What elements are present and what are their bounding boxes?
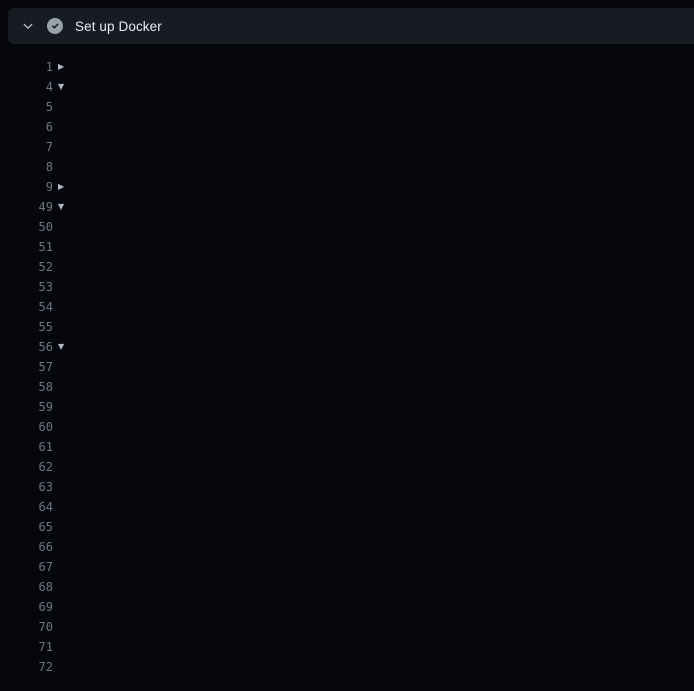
log-line: 5 Downloading https://download.docker.co… [0,97,694,117]
log-line[interactable]: 1 ▶ Run ./ [0,57,694,77]
line-number[interactable]: 1 [0,57,53,77]
log-line: 58 Client: [0,377,694,397]
log-line: 6 /usr/bin/tar xz --warning=no-unknown-k… [0,117,694,137]
line-number[interactable]: 50 [0,217,53,237]
log-line[interactable]: 9 ▶ Start Docker daemon [0,177,694,197]
log-line: 62 Git commit: e92dd87 [0,457,694,477]
line-number[interactable]: 70 [0,617,53,637]
log-line: 54 setup-docker-action [0,297,694,317]
log-line: 69 Version: 23.0.0 [0,597,694,617]
line-number[interactable]: 49 [0,197,53,217]
log-line: 55 Current context is now "setup-docker-… [0,317,694,337]
line-number[interactable]: 8 [0,157,53,177]
log-line: 65 Context: setup-docker-action [0,517,694,537]
line-number[interactable]: 58 [0,377,53,397]
log-line: 72 Git commit: d7573ab [0,657,694,677]
line-number[interactable]: 4 [0,77,53,97]
log-line: 61 Go version: go1.19.5 [0,437,694,457]
line-number[interactable]: 55 [0,317,53,337]
check-circle-icon [47,18,63,34]
line-number[interactable]: 57 [0,357,53,377]
line-number[interactable]: 67 [0,557,53,577]
log-line: 51 setup-docker-action [0,237,694,257]
log-line: 52 Successfully created context "setup-d… [0,257,694,277]
log-line: 70 API version: 1.42 (minimum version 1.… [0,617,694,637]
line-number[interactable]: 53 [0,277,53,297]
line-number[interactable]: 61 [0,437,53,457]
log-line[interactable]: 4 ▼ Download docker [0,77,694,97]
log-line: 60 API version: 1.42 [0,417,694,437]
log-line: 68 Engine: [0,577,694,597]
log-viewer: 1 ▶ Run ./ 4 ▼ Download docker 5 Downloa… [0,44,694,677]
log-line: 7 Fixing perms [0,137,694,157]
log-line[interactable]: 56 ▼ Docker info [0,337,694,357]
line-number[interactable]: 9 [0,177,53,197]
line-number[interactable]: 63 [0,477,53,497]
log-line: 8 Added Docker to PATH [0,157,694,177]
collapse-group-icon[interactable]: ▼ [58,337,70,357]
line-number[interactable]: 59 [0,397,53,417]
log-line: 66 [0,537,694,557]
log-line: 71 Go version: go1.19.5 [0,637,694,657]
log-line: 64 OS/Arch: linux/amd64 [0,497,694,517]
expand-group-icon[interactable]: ▶ [58,57,70,77]
expand-group-icon[interactable]: ▶ [58,177,70,197]
line-number[interactable]: 62 [0,457,53,477]
line-number[interactable]: 7 [0,137,53,157]
line-number[interactable]: 68 [0,577,53,597]
line-number[interactable]: 51 [0,237,53,257]
line-number[interactable]: 6 [0,117,53,137]
line-number[interactable]: 72 [0,657,53,677]
chevron-down-icon[interactable] [21,19,35,33]
log-line: 57 /opt/hostedtoolcache/docker-stable/23… [0,357,694,377]
line-number[interactable]: 69 [0,597,53,617]
line-number[interactable]: 5 [0,97,53,117]
line-number[interactable]: 54 [0,297,53,317]
step-header[interactable]: Set up Docker [8,8,694,44]
line-number[interactable]: 64 [0,497,53,517]
line-number[interactable]: 56 [0,337,53,357]
log-line: 53 /opt/hostedtoolcache/docker-stable/23… [0,277,694,297]
line-number[interactable]: 60 [0,417,53,437]
line-number[interactable]: 65 [0,517,53,537]
log-line[interactable]: 49 ▼ Create Docker context [0,197,694,217]
log-line: 59 Version: 23.0.0 [0,397,694,417]
log-line: 67 Server: Docker Engine - Community [0,557,694,577]
collapse-group-icon[interactable]: ▼ [58,197,70,217]
collapse-group-icon[interactable]: ▼ [58,77,70,97]
log-line: 50 /opt/hostedtoolcache/docker-stable/23… [0,217,694,237]
log-line: 63 Built: Wed Feb 1 17:43:29 2023 [0,477,694,497]
line-number[interactable]: 71 [0,637,53,657]
line-number[interactable]: 66 [0,537,53,557]
step-title: Set up Docker [75,19,162,34]
line-number[interactable]: 52 [0,257,53,277]
